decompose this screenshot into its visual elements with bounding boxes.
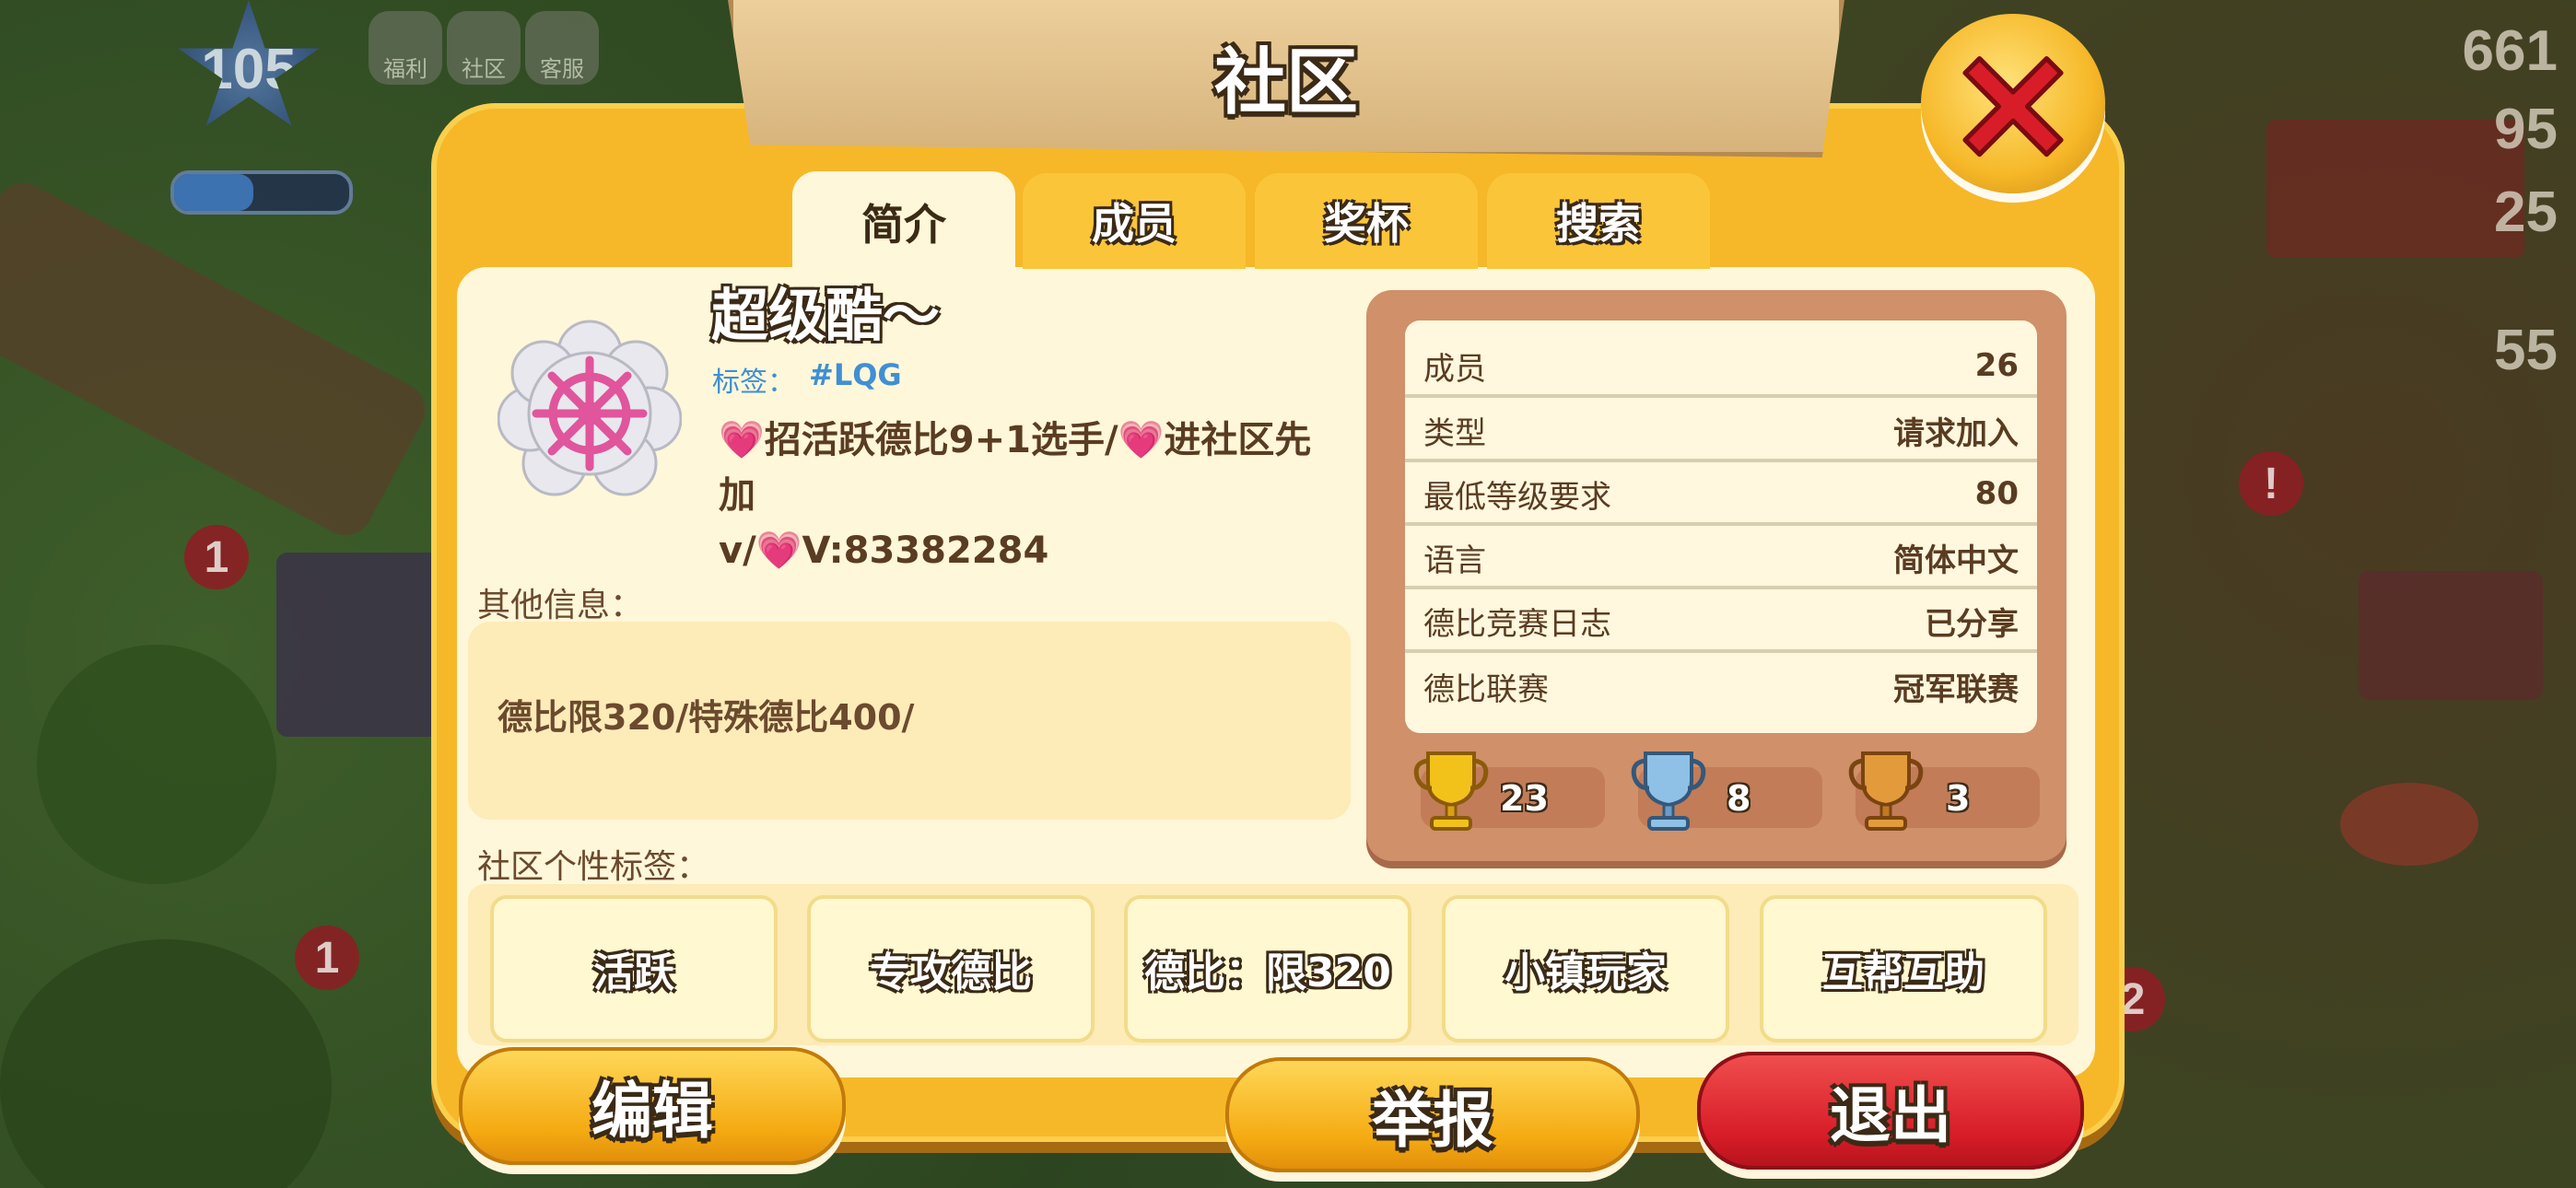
tag-label: 标签： <box>712 367 795 399</box>
personal-tag: 专攻德比 <box>807 895 1095 1042</box>
stat-row-derby-log: 德比竞赛日志 已分享 <box>1405 592 2037 653</box>
personal-tag: 活跃 <box>490 895 778 1042</box>
title-banner: 社区 <box>728 0 1844 157</box>
tab-intro[interactable]: 简介 <box>792 171 1015 273</box>
shop-right <box>2359 571 2543 700</box>
barn-roof <box>2266 120 2524 258</box>
personal-tags-label: 社区个性标签： <box>477 848 710 886</box>
xp-progress-bar <box>170 170 353 215</box>
community-icon[interactable]: 社区 <box>447 11 521 85</box>
dirt-road <box>0 173 435 545</box>
close-icon <box>1962 55 2064 157</box>
diamonds-count: 95 <box>2494 98 2558 161</box>
silver-trophy-count: 8 <box>1727 778 1751 819</box>
notification-badge[interactable]: 1 <box>184 525 249 589</box>
gold-trophy-icon <box>1413 751 1489 831</box>
stat-row-type: 类型 请求加入 <box>1405 402 2037 462</box>
tab-search[interactable]: 搜索 <box>1487 173 1710 269</box>
community-description: 💗招活跃德比9+1选手/💗进社区先加 v/💗V:83382284 <box>719 413 1345 578</box>
tree-left <box>37 645 276 884</box>
tab-members[interactable]: 成员 <box>1023 173 1246 269</box>
gold-trophy-count: 23 <box>1500 778 1549 819</box>
other-info-text: 德比限320/特殊德比400/ <box>498 697 915 738</box>
stat-row-members: 成员 26 <box>1405 337 2037 398</box>
house-left <box>276 553 442 737</box>
community-name: 超级酷～ <box>711 282 941 349</box>
report-button[interactable]: 举报 <box>1225 1057 1640 1172</box>
community-emblem-icon <box>498 320 682 496</box>
tickets-count: 55 <box>2494 319 2558 382</box>
welfare-icon[interactable]: 福利 <box>369 11 442 85</box>
tab-trophies[interactable]: 奖杯 <box>1255 173 1478 269</box>
stat-row-min-level: 最低等级要求 80 <box>1405 465 2037 526</box>
other-info-label: 其他信息： <box>477 587 644 624</box>
description-line: v/💗V:83382284 <box>719 530 1049 572</box>
personal-tag: 德比：限320 <box>1124 895 1411 1042</box>
community-tag[interactable]: #LQG <box>809 357 902 392</box>
bronze-trophy-count: 3 <box>1946 778 1971 819</box>
personal-tag: 互帮互助 <box>1760 895 2047 1042</box>
umbrella-right <box>2340 783 2478 866</box>
description-line: 💗招活跃德比9+1选手/💗进社区先加 <box>719 419 1312 517</box>
edit-button[interactable]: 编辑 <box>459 1047 846 1165</box>
stat-row-language: 语言 简体中文 <box>1405 529 2037 589</box>
notification-badge[interactable]: 1 <box>295 926 359 990</box>
bronze-trophy-icon <box>1848 751 1924 831</box>
alert-badge[interactable]: ! <box>2239 451 2303 516</box>
personal-tag: 小镇玩家 <box>1442 895 1729 1042</box>
dialog-title: 社区 <box>1213 41 1358 124</box>
close-button[interactable] <box>1921 14 2105 193</box>
vouchers-count: 25 <box>2494 181 2558 244</box>
support-icon[interactable]: 客服 <box>525 11 599 85</box>
leave-button[interactable]: 退出 <box>1697 1052 2084 1170</box>
stat-row-derby-league: 德比联赛 冠军联赛 <box>1423 670 2019 708</box>
coins-count: 661 <box>2462 19 2558 83</box>
tree-left-2 <box>0 939 332 1188</box>
silver-trophy-icon <box>1631 751 1706 831</box>
